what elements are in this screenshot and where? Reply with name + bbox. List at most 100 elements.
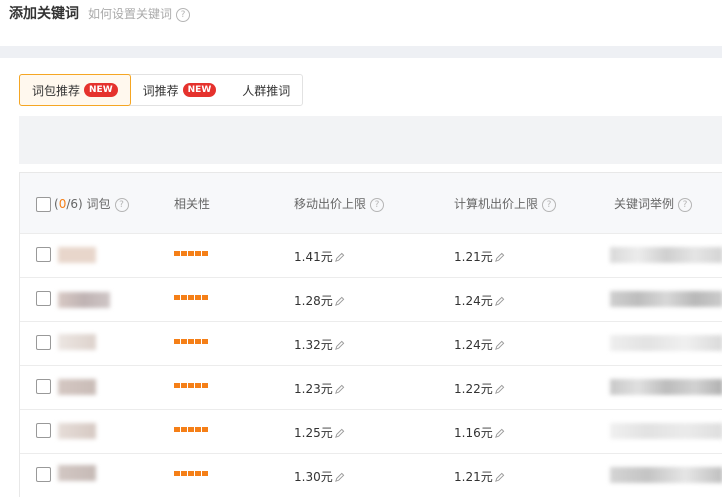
relevance-dot — [202, 295, 208, 300]
help-link-label: 如何设置关键词 — [88, 7, 173, 21]
relevance-dot — [181, 339, 187, 344]
edit-pencil-icon[interactable] — [334, 384, 345, 395]
select-all-checkbox[interactable] — [36, 197, 51, 212]
column-package: 词包 — [86, 197, 111, 211]
relevance-dot — [188, 251, 194, 256]
edit-pencil-icon[interactable] — [334, 252, 345, 263]
tab-label: 人群推词 — [242, 83, 291, 98]
relevance-dot — [195, 427, 201, 432]
table-row[interactable]: 1.25元 1.16元 — [20, 409, 722, 453]
relevance-dot — [202, 427, 208, 432]
relevance-dot — [202, 471, 208, 476]
edit-pencil-icon[interactable] — [334, 472, 345, 483]
mobile-bid-value: 1.32元 — [294, 336, 345, 353]
relevance-rating — [174, 295, 208, 300]
question-icon[interactable]: ? — [542, 197, 557, 212]
relevance-dot — [195, 251, 201, 256]
relevance-dot — [188, 427, 194, 432]
relevance-dot — [181, 383, 187, 388]
relevance-dot — [181, 471, 187, 476]
blurred-keyword-examples — [610, 291, 722, 307]
mobile-bid-value: 1.28元 — [294, 292, 345, 309]
column-keyword-examples: 关键词举例? — [614, 195, 693, 212]
blurred-keyword-examples — [610, 379, 722, 395]
question-icon[interactable]: ? — [678, 197, 693, 212]
relevance-rating — [174, 471, 208, 476]
relevance-dot — [181, 251, 187, 256]
relevance-dot — [202, 383, 208, 388]
blurred-keyword-examples — [610, 467, 722, 483]
tab-keyword-recommend[interactable]: 词推荐 NEW — [131, 75, 229, 105]
relevance-dot — [174, 383, 180, 388]
tab-label: 词包推荐 — [32, 83, 81, 98]
relevance-dot — [188, 383, 194, 388]
edit-pencil-icon[interactable] — [334, 428, 345, 439]
mobile-bid-value: 1.30元 — [294, 468, 345, 485]
tab-group: 词包推荐 NEW 词推荐 NEW 人群推词 — [19, 74, 304, 106]
selection-count: (0/6) 词包? — [54, 195, 129, 212]
row-checkbox[interactable] — [36, 335, 51, 350]
relevance-dot — [174, 427, 180, 432]
relevance-dot — [202, 251, 208, 256]
blurred-keyword-examples — [610, 423, 722, 439]
relevance-dot — [195, 471, 201, 476]
edit-pencil-icon[interactable] — [334, 340, 345, 351]
header-bar: 添加关键词 如何设置关键词? — [0, 0, 722, 46]
relevance-rating — [174, 251, 208, 256]
table-row[interactable]: 1.30元 1.21元 — [20, 453, 722, 497]
blurred-package-name — [58, 423, 96, 439]
blurred-keyword-examples — [610, 247, 722, 263]
page-title: 添加关键词 — [9, 6, 79, 22]
keyword-panel: 词包推荐 NEW 词推荐 NEW 人群推词 (0/6) 词包? 相关性 移动出价… — [4, 58, 722, 497]
blurred-keyword-examples — [610, 335, 722, 351]
relevance-dot — [188, 339, 194, 344]
relevance-dot — [181, 295, 187, 300]
question-icon[interactable]: ? — [370, 197, 385, 212]
row-checkbox[interactable] — [36, 467, 51, 482]
table-row[interactable]: 1.32元 1.24元 — [20, 321, 722, 365]
question-icon[interactable]: ? — [114, 197, 129, 212]
table-row[interactable]: 1.41元 1.21元 — [20, 233, 722, 277]
pc-bid-value: 1.21元 — [454, 468, 505, 485]
pc-bid-value: 1.16元 — [454, 424, 505, 441]
relevance-dot — [181, 427, 187, 432]
relevance-dot — [188, 295, 194, 300]
blurred-package-name — [58, 247, 96, 263]
pc-bid-value: 1.22元 — [454, 380, 505, 397]
column-pc-bid: 计算机出价上限? — [454, 195, 557, 212]
relevance-dot — [174, 295, 180, 300]
edit-pencil-icon[interactable] — [334, 296, 345, 307]
relevance-rating — [174, 427, 208, 432]
row-checkbox[interactable] — [36, 423, 51, 438]
pc-bid-value: 1.21元 — [454, 248, 505, 265]
edit-pencil-icon[interactable] — [494, 384, 505, 395]
question-icon[interactable]: ? — [176, 7, 191, 22]
relevance-dot — [195, 339, 201, 344]
column-mobile-bid: 移动出价上限? — [294, 195, 385, 212]
relevance-rating — [174, 383, 208, 388]
edit-pencil-icon[interactable] — [494, 296, 505, 307]
mobile-bid-value: 1.23元 — [294, 380, 345, 397]
column-relevance: 相关性 — [174, 197, 211, 211]
blurred-package-name — [58, 379, 96, 395]
blurred-package-name — [58, 292, 110, 308]
relevance-dot — [174, 339, 180, 344]
mobile-bid-value: 1.25元 — [294, 424, 345, 441]
tab-audience-recommend[interactable]: 人群推词 — [228, 75, 302, 105]
row-checkbox[interactable] — [36, 291, 51, 306]
table-row[interactable]: 1.28元 1.24元 — [20, 277, 722, 321]
filter-area — [19, 116, 722, 164]
edit-pencil-icon[interactable] — [494, 428, 505, 439]
help-link[interactable]: 如何设置关键词? — [88, 5, 191, 22]
keyword-table: (0/6) 词包? 相关性 移动出价上限? 计算机出价上限? 关键词举例? 1.… — [19, 172, 722, 497]
relevance-dot — [202, 339, 208, 344]
edit-pencil-icon[interactable] — [494, 472, 505, 483]
table-row[interactable]: 1.23元 1.22元 — [20, 365, 722, 409]
blurred-package-name — [58, 465, 96, 481]
row-checkbox[interactable] — [36, 247, 51, 262]
edit-pencil-icon[interactable] — [494, 340, 505, 351]
pc-bid-value: 1.24元 — [454, 336, 505, 353]
tab-keyword-package[interactable]: 词包推荐 NEW — [19, 74, 131, 106]
edit-pencil-icon[interactable] — [494, 252, 505, 263]
row-checkbox[interactable] — [36, 379, 51, 394]
